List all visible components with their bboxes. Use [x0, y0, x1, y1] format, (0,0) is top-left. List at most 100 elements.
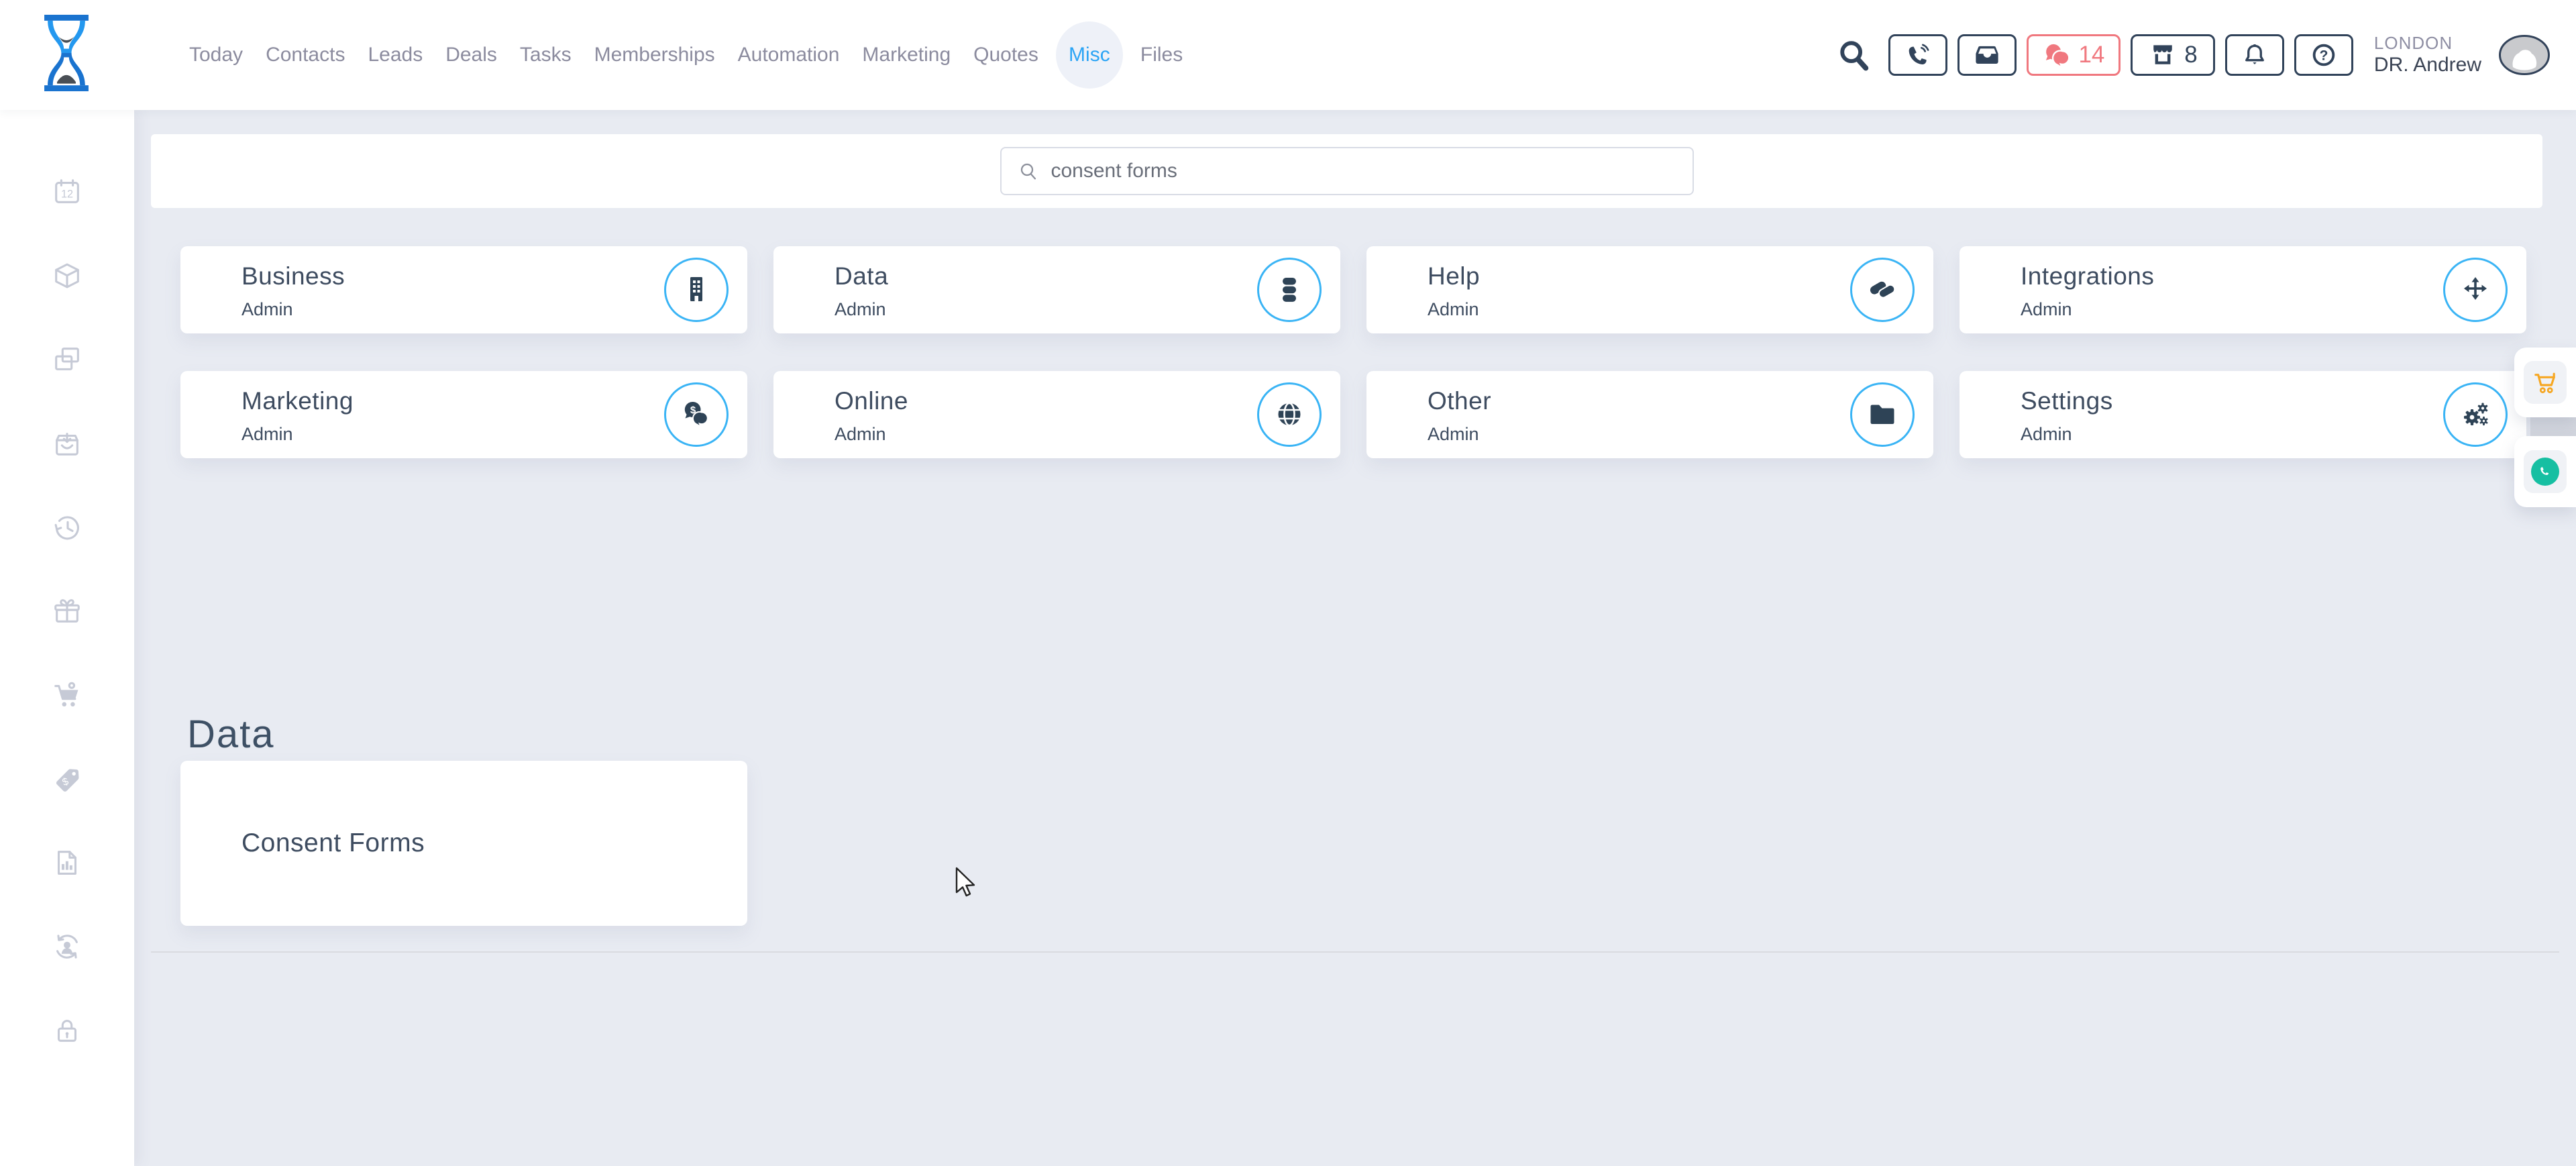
topbar-right-cluster: 14 8 — [1837, 0, 2551, 110]
sidebar-item-reports[interactable] — [51, 847, 83, 879]
search-icon[interactable] — [1837, 38, 1872, 72]
lock-icon — [52, 1015, 83, 1046]
card-title: Integrations — [2021, 262, 2154, 290]
notifications-button[interactable] — [2225, 34, 2284, 76]
topbar: Today Contacts Leads Deals Tasks Members… — [0, 0, 2576, 110]
cart-button[interactable] — [2524, 361, 2567, 404]
sidebar: 12 — [0, 110, 134, 1166]
sidebar-item-gift-vouchers[interactable] — [51, 595, 83, 627]
results-heading: Data — [187, 712, 275, 757]
sidebar-item-duplicates[interactable] — [51, 343, 83, 376]
nav-item-misc[interactable]: Misc — [1056, 21, 1123, 89]
chat-messages-button[interactable]: 14 — [2027, 34, 2121, 76]
hourglass-logo-icon[interactable] — [41, 15, 92, 91]
database-icon — [1257, 258, 1322, 322]
right-edge-strip — [2530, 416, 2576, 436]
search-input-icon — [1018, 160, 1039, 182]
sidebar-item-client-sync[interactable] — [51, 931, 83, 963]
calendar-icon: 12 — [52, 176, 83, 207]
admin-card-marketing[interactable]: Marketing Admin $ — [180, 371, 747, 458]
card-subtitle: Admin — [241, 424, 293, 445]
admin-search-box[interactable] — [1000, 147, 1694, 195]
section-divider — [151, 951, 2559, 953]
card-title: Data — [835, 262, 888, 290]
nav-item-automation[interactable]: Automation — [738, 44, 840, 66]
phone-icon — [1904, 42, 1931, 68]
admin-card-help[interactable]: Help Admin — [1366, 246, 1933, 333]
nav-item-today[interactable]: Today — [189, 44, 243, 66]
card-subtitle: Admin — [241, 299, 293, 320]
sidebar-item-cart-settings[interactable] — [51, 679, 83, 711]
inbox-button[interactable] — [1957, 34, 2017, 76]
avatar[interactable] — [2498, 34, 2551, 76]
card-title: Marketing — [241, 387, 354, 415]
chat-count-badge: 14 — [2078, 42, 2104, 68]
nav-item-quotes[interactable]: Quotes — [973, 44, 1038, 66]
admin-card-other[interactable]: Other Admin — [1366, 371, 1933, 458]
card-subtitle: Admin — [2021, 424, 2072, 445]
admin-card-integrations[interactable]: Integrations Admin — [1960, 246, 2526, 333]
admin-cards-grid: Business Admin Data Admin — [180, 246, 2526, 458]
nav-item-marketing[interactable]: Marketing — [862, 44, 951, 66]
nav-item-leads[interactable]: Leads — [368, 44, 423, 66]
price-tag-icon: $ — [52, 763, 83, 794]
bell-icon — [2241, 41, 2269, 69]
admin-card-business[interactable]: Business Admin — [180, 246, 747, 333]
help-button[interactable]: ? — [2294, 34, 2353, 76]
card-subtitle: Admin — [2021, 299, 2072, 320]
sidebar-item-history[interactable] — [51, 511, 83, 543]
admin-card-online[interactable]: Online Admin — [773, 371, 1340, 458]
store-button[interactable]: 8 — [2131, 34, 2215, 76]
inbox-icon — [1973, 41, 2001, 69]
user-block[interactable]: LONDON DR. Andrew — [2374, 34, 2481, 76]
question-circle-icon: ? — [2310, 41, 2338, 69]
user-sync-icon — [52, 931, 83, 962]
card-subtitle: Admin — [835, 299, 886, 320]
location-label: LONDON — [2374, 34, 2481, 54]
gift-icon — [52, 596, 83, 627]
store-count-badge: 8 — [2184, 42, 2197, 68]
mouse-cursor — [953, 867, 979, 901]
copy-icon — [52, 344, 83, 375]
report-icon — [52, 847, 83, 878]
card-title: Help — [1428, 262, 1480, 290]
building-icon — [664, 258, 729, 322]
store-icon — [2148, 40, 2178, 70]
nav-item-memberships[interactable]: Memberships — [594, 44, 715, 66]
search-input[interactable] — [1050, 159, 1643, 183]
card-subtitle: Admin — [1428, 299, 1479, 320]
floating-cart-widget — [2514, 348, 2576, 417]
sidebar-item-orders[interactable] — [51, 427, 83, 460]
sidebar-item-calendar[interactable]: 12 — [51, 176, 83, 208]
sidebar-item-products[interactable] — [51, 260, 83, 292]
search-band — [151, 134, 2542, 208]
gears-icon — [2443, 382, 2508, 447]
card-title: Business — [241, 262, 345, 290]
admin-card-data[interactable]: Data Admin — [773, 246, 1340, 333]
history-icon — [52, 512, 83, 543]
nav-item-deals[interactable]: Deals — [445, 44, 497, 66]
nav-item-misc-label: Misc — [1069, 44, 1110, 66]
bag-arrow-icon — [52, 428, 83, 459]
handshake-icon — [1850, 258, 1915, 322]
sidebar-item-security[interactable] — [51, 1014, 83, 1047]
cart-gear-icon — [52, 680, 83, 710]
call-button[interactable] — [2524, 450, 2567, 493]
arrows-move-icon — [2443, 258, 2508, 322]
comment-dollar-icon: $ — [664, 382, 729, 447]
svg-text:?: ? — [2320, 48, 2328, 63]
chat-bubbles-icon — [2042, 40, 2072, 70]
nav-item-tasks[interactable]: Tasks — [520, 44, 572, 66]
result-card-consent-forms[interactable]: Consent Forms — [180, 761, 747, 926]
nav-item-contacts[interactable]: Contacts — [266, 44, 345, 66]
globe-icon — [1257, 382, 1322, 447]
card-title: Other — [1428, 387, 1491, 415]
admin-card-settings[interactable]: Settings Admin — [1960, 371, 2526, 458]
nav-item-files[interactable]: Files — [1140, 44, 1183, 66]
user-name-label: DR. Andrew — [2374, 54, 2481, 77]
card-title: Settings — [2021, 387, 2113, 415]
card-subtitle: Admin — [835, 424, 886, 445]
phone-circle-icon — [2531, 458, 2559, 486]
phone-calls-button[interactable] — [1888, 34, 1947, 76]
sidebar-item-pricing[interactable]: $ — [51, 763, 83, 795]
